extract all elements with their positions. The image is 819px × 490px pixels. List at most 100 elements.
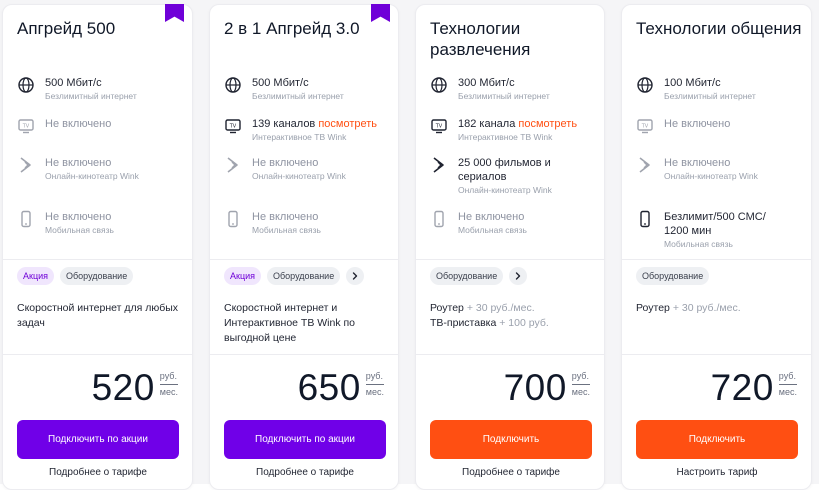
equipment-price: + 30 руб./мес. [466, 302, 535, 314]
connect-promo-button[interactable]: Подключить по акции [224, 420, 386, 459]
promo-chip[interactable]: Акция [224, 267, 261, 285]
promo-chip[interactable]: Акция [17, 267, 54, 285]
tv-icon [636, 117, 654, 135]
tariff-details-link[interactable]: Подробнее о тарифе [17, 467, 179, 478]
phone-icon [224, 210, 242, 228]
feature-value: Не включено [664, 157, 731, 169]
feature-caption: Мобильная связь [664, 239, 733, 249]
equipment-price: + 100 руб. [499, 317, 549, 329]
feature-caption: Онлайн-кинотеатр Wink [45, 171, 139, 181]
equipment-chip[interactable]: Оборудование [60, 267, 134, 285]
equipment-price: + 30 руб./мес. [672, 302, 741, 314]
tariff-details-link[interactable]: Подробнее о тарифе [430, 467, 592, 478]
globe-icon [17, 76, 35, 94]
equipment-chip[interactable]: Оборудование [430, 267, 504, 285]
feature-caption: Интерактивное ТВ Wink [252, 132, 347, 142]
tv-icon [430, 117, 448, 135]
feature-value: Не включено [45, 211, 112, 223]
feature-caption: Безлимитный интернет [458, 91, 550, 101]
divider [210, 259, 398, 260]
price-period: мес. [571, 387, 590, 397]
price: 520 руб. мес. [92, 368, 178, 408]
divider [3, 354, 192, 355]
divider [416, 259, 604, 260]
connect-button[interactable]: Подключить [430, 420, 592, 459]
price-value: 520 [91, 367, 155, 408]
channels-link[interactable]: посмотреть [318, 118, 377, 130]
divider [622, 259, 811, 260]
feature-value: 500 Мбит/с [252, 77, 309, 89]
tariff-description: Скоростной интернет для любых задач [17, 302, 179, 329]
connect-promo-button[interactable]: Подключить по акции [17, 420, 179, 459]
chips-row: Акция Оборудование [224, 267, 365, 285]
price-period: мес. [778, 387, 797, 397]
globe-icon [430, 76, 448, 94]
tariff-title: Технологии развлечения [430, 19, 531, 59]
equipment-item: Роутер + 30 руб./мес. [430, 301, 598, 316]
equipment-list: Роутер + 30 руб./мес. ТВ-приставка + 100… [430, 301, 598, 331]
feature-caption: Онлайн-кинотеатр Wink [458, 185, 552, 195]
globe-icon [636, 76, 654, 94]
price: 700 руб. мес. [504, 368, 590, 408]
tv-icon [224, 117, 242, 135]
feature-caption: Онлайн-кинотеатр Wink [664, 171, 758, 181]
tariff-card: Апгрейд 500 500 Мбит/с Безлимитный интер… [2, 4, 193, 490]
tariff-title: 2 в 1 Апгрейд 3.0 [224, 19, 360, 38]
tariff-title: Технологии общения [636, 19, 802, 38]
equipment-name: Роутер [430, 302, 464, 314]
price-value: 720 [710, 367, 774, 408]
feature-caption: Безлимитный интернет [252, 91, 344, 101]
feature-value: Не включено [45, 157, 112, 169]
feature-value: 25 000 фильмов и сериалов [458, 157, 551, 183]
feature-value: Не включено [252, 211, 319, 223]
price-value: 650 [297, 367, 361, 408]
price-currency: руб. [365, 371, 384, 385]
wink-icon [17, 156, 35, 174]
chips-more-button[interactable] [509, 267, 528, 285]
price-value: 700 [503, 367, 567, 408]
chips-row: Акция Оборудование [17, 267, 134, 285]
price-period: мес. [365, 387, 384, 397]
connect-button[interactable]: Подключить [636, 420, 798, 459]
configure-tariff-link[interactable]: Настроить тариф [636, 467, 798, 478]
wink-icon [636, 156, 654, 174]
chevron-right-icon [513, 271, 523, 281]
equipment-chip[interactable]: Оборудование [267, 267, 341, 285]
equipment-item: Роутер + 30 руб./мес. [636, 301, 804, 316]
divider [210, 354, 398, 355]
channels-count: 182 канала [458, 118, 516, 130]
feature-value: 182 канала посмотреть [458, 117, 598, 131]
tariff-list: Апгрейд 500 500 Мбит/с Безлимитный интер… [0, 0, 819, 490]
feature-value: 500 Мбит/с [45, 77, 102, 89]
chips-more-button[interactable] [346, 267, 365, 285]
equipment-name: Роутер [636, 302, 670, 314]
channels-count: 139 каналов [252, 118, 316, 130]
chips-row: Оборудование [636, 267, 710, 285]
feature-caption: Мобильная связь [458, 225, 527, 235]
tariff-description: Скоростной интернет и Интерактивное ТВ W… [224, 302, 356, 344]
chips-row: Оборудование [430, 267, 528, 285]
price: 720 руб. мес. [711, 368, 797, 408]
divider [3, 259, 192, 260]
feature-caption: Мобильная связь [45, 225, 114, 235]
wink-icon [224, 156, 242, 174]
price-currency: руб. [159, 371, 178, 385]
tariff-card: Технологии развлечения 300 Мбит/с Безлим… [415, 4, 605, 490]
equipment-name: ТВ-приставка [430, 317, 497, 329]
feature-caption: Интерактивное ТВ Wink [458, 132, 553, 142]
feature-caption: Безлимитный интернет [45, 91, 137, 101]
globe-icon [224, 76, 242, 94]
feature-value: 300 Мбит/с [458, 77, 515, 89]
phone-icon [430, 210, 448, 228]
channels-link[interactable]: посмотреть [518, 118, 577, 130]
tariff-title: Апгрейд 500 [17, 19, 116, 38]
divider [416, 354, 604, 355]
phone-icon [636, 210, 654, 228]
feature-caption: Онлайн-кинотеатр Wink [252, 171, 346, 181]
feature-caption: Мобильная связь [252, 225, 321, 235]
price-period: мес. [159, 387, 178, 397]
equipment-chip[interactable]: Оборудование [636, 267, 710, 285]
tariff-details-link[interactable]: Подробнее о тарифе [224, 467, 386, 478]
price-currency: руб. [571, 371, 590, 385]
tariff-card: 2 в 1 Апгрейд 3.0 500 Мбит/с Безлимитный… [209, 4, 399, 490]
